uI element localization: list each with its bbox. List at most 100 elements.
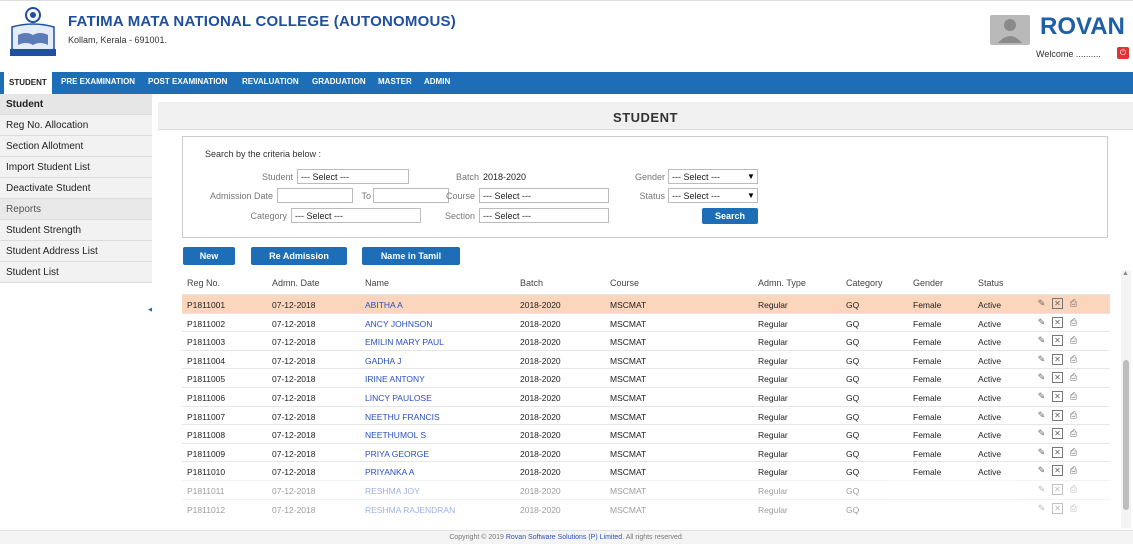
sidebar-item-reg-no-allocation[interactable]: Reg No. Allocation — [0, 115, 152, 136]
edit-icon[interactable]: ✎ — [1036, 447, 1047, 458]
print-icon[interactable]: ⎙ — [1068, 447, 1079, 458]
cell-name[interactable]: RESHMA RAJENDRAN — [365, 505, 455, 515]
footer-company-link[interactable]: Rovan Software Solutions (P) Limited — [506, 534, 622, 541]
column-header-reg-no[interactable]: Reg No. — [187, 278, 220, 288]
nav-item-revaluation[interactable]: REVALUATION — [242, 77, 299, 86]
print-icon[interactable]: ⎙ — [1068, 410, 1079, 421]
section-select[interactable]: --- Select --- — [479, 208, 609, 223]
column-header-gender[interactable]: Gender — [913, 278, 943, 288]
print-icon[interactable]: ⎙ — [1068, 484, 1079, 495]
nav-item-student[interactable]: STUDENT — [4, 72, 52, 94]
edit-icon[interactable]: ✎ — [1036, 298, 1047, 309]
status-select[interactable]: --- Select --- — [668, 188, 758, 203]
scroll-up-icon[interactable]: ▲ — [1122, 270, 1129, 277]
scrollbar-thumb[interactable] — [1123, 360, 1129, 510]
column-header-admn-date[interactable]: Admn. Date — [272, 278, 320, 288]
cell-name[interactable]: LINCY PAULOSE — [365, 393, 432, 403]
sidebar-item-import-student-list[interactable]: Import Student List — [0, 157, 152, 178]
print-icon[interactable]: ⎙ — [1068, 317, 1079, 328]
column-header-batch[interactable]: Batch — [520, 278, 543, 288]
delete-icon[interactable]: ✕ — [1052, 316, 1063, 328]
nav-item-master[interactable]: MASTER — [378, 77, 412, 86]
batch-value[interactable]: 2018-2020 — [479, 169, 609, 184]
edit-icon[interactable]: ✎ — [1036, 484, 1047, 495]
table-row[interactable]: P1811008 07-12-2018 NEETHUMOL S 2018-2020 MS… — [182, 424, 1110, 443]
delete-icon[interactable]: ✕ — [1052, 484, 1063, 495]
power-icon[interactable]: ⏻ — [1117, 47, 1129, 59]
column-header-category[interactable]: Category — [846, 278, 883, 288]
sidebar-section-reports[interactable]: Reports — [0, 199, 152, 220]
gender-select[interactable]: --- Select --- — [668, 169, 758, 184]
edit-icon[interactable]: ✎ — [1036, 335, 1047, 346]
sidebar-item-section-allotment[interactable]: Section Allotment — [0, 136, 152, 157]
table-row[interactable]: P1811001 07-12-2018 ABITHA A 2018-2020 MSCMA… — [182, 294, 1110, 313]
delete-icon[interactable]: ✕ — [1052, 372, 1063, 384]
delete-icon[interactable]: ✕ — [1052, 391, 1063, 402]
admission-date-from-input[interactable] — [277, 188, 353, 203]
table-row[interactable]: P1811010 07-12-2018 PRIYANKA A 2018-2020 MSC… — [182, 461, 1110, 480]
edit-icon[interactable]: ✎ — [1036, 317, 1047, 328]
status-dropdown-arrow-icon[interactable]: ▼ — [747, 191, 755, 200]
edit-icon[interactable]: ✎ — [1036, 354, 1047, 365]
sidebar-item-student-strength[interactable]: Student Strength — [0, 220, 152, 241]
edit-icon[interactable]: ✎ — [1036, 465, 1047, 476]
cell-name[interactable]: NEETHU FRANCIS — [365, 412, 440, 422]
print-icon[interactable]: ⎙ — [1068, 354, 1079, 365]
course-select[interactable]: --- Select --- — [479, 188, 609, 203]
edit-icon[interactable]: ✎ — [1036, 410, 1047, 421]
cell-name[interactable]: ANCY JOHNSON — [365, 319, 432, 329]
cell-name[interactable]: IRINE ANTONY — [365, 374, 425, 384]
table-row[interactable]: P1811012 07-12-2018 RESHMA RAJENDRAN 2018-2… — [182, 498, 1110, 518]
nav-item-post-examination[interactable]: POST EXAMINATION — [148, 77, 227, 86]
cell-name[interactable]: PRIYA GEORGE — [365, 449, 429, 459]
search-button[interactable]: Search — [702, 208, 758, 224]
print-icon[interactable]: ⎙ — [1068, 503, 1079, 514]
edit-icon[interactable]: ✎ — [1036, 391, 1047, 402]
table-row[interactable]: P1811009 07-12-2018 PRIYA GEORGE 2018-2020 M… — [182, 442, 1110, 462]
table-row[interactable]: P1811002 07-12-2018 ANCY JOHNSON 2018-2020 M… — [182, 312, 1110, 332]
column-header-status[interactable]: Status — [978, 278, 1004, 288]
table-row[interactable]: P1811011 07-12-2018 RESHMA JOY 2018-2020 MSC… — [182, 480, 1110, 499]
delete-icon[interactable]: ✕ — [1052, 428, 1063, 440]
delete-icon[interactable]: ✕ — [1052, 409, 1063, 421]
print-icon[interactable]: ⎙ — [1068, 391, 1079, 402]
readmission-button[interactable]: Re Admission — [251, 247, 347, 265]
nav-item-pre-examination[interactable]: PRE EXAMINATION — [61, 77, 135, 86]
cell-name[interactable]: ABITHA A — [365, 300, 403, 310]
column-header-admn-type[interactable]: Admn. Type — [758, 278, 806, 288]
sidebar-item-student-address-list[interactable]: Student Address List — [0, 241, 152, 262]
delete-icon[interactable]: ✕ — [1052, 353, 1063, 365]
print-icon[interactable]: ⎙ — [1068, 372, 1079, 383]
delete-icon[interactable]: ✕ — [1052, 446, 1063, 458]
delete-icon[interactable]: ✕ — [1052, 298, 1063, 309]
table-row[interactable]: P1811005 07-12-2018 IRINE ANTONY 2018-2020 M… — [182, 368, 1110, 387]
print-icon[interactable]: ⎙ — [1068, 465, 1079, 476]
gender-dropdown-arrow-icon[interactable]: ▼ — [747, 172, 755, 181]
edit-icon[interactable]: ✎ — [1036, 503, 1047, 514]
print-icon[interactable]: ⎙ — [1068, 335, 1079, 346]
edit-icon[interactable]: ✎ — [1036, 372, 1047, 383]
new-button[interactable]: New — [183, 247, 235, 265]
print-icon[interactable]: ⎙ — [1068, 298, 1079, 309]
nav-item-admin[interactable]: ADMIN — [424, 77, 450, 86]
table-row[interactable]: P1811006 07-12-2018 LINCY PAULOSE 2018-2020… — [182, 387, 1110, 406]
student-select[interactable]: --- Select --- — [297, 169, 409, 184]
delete-icon[interactable]: ✕ — [1052, 465, 1063, 477]
cell-name[interactable]: EMILIN MARY PAUL — [365, 337, 444, 347]
delete-icon[interactable]: ✕ — [1052, 502, 1063, 514]
name-in-tamil-button[interactable]: Name in Tamil — [362, 247, 460, 265]
sidebar-item-student-list[interactable]: Student List — [0, 262, 152, 283]
sidebar-heading-student[interactable]: Student — [0, 94, 152, 115]
table-row[interactable]: P1811003 07-12-2018 EMILIN MARY PAUL 2018-2… — [182, 331, 1110, 350]
nav-item-graduation[interactable]: GRADUATION — [312, 77, 366, 86]
cell-name[interactable]: PRIYANKA A — [365, 467, 414, 477]
category-select[interactable]: --- Select --- — [291, 208, 421, 223]
cell-name[interactable]: RESHMA JOY — [365, 486, 420, 496]
column-header-name[interactable]: Name — [365, 278, 389, 288]
cell-name[interactable]: GADHA J — [365, 356, 401, 366]
table-row[interactable]: P1811007 07-12-2018 NEETHU FRANCIS 2018-202… — [182, 405, 1110, 425]
sidebar-item-deactivate-student[interactable]: Deactivate Student — [0, 178, 152, 199]
delete-icon[interactable]: ✕ — [1052, 335, 1063, 347]
print-icon[interactable]: ⎙ — [1068, 428, 1079, 439]
table-row[interactable]: P1811004 07-12-2018 GADHA J 2018-2020 MSCMAT… — [182, 349, 1110, 369]
